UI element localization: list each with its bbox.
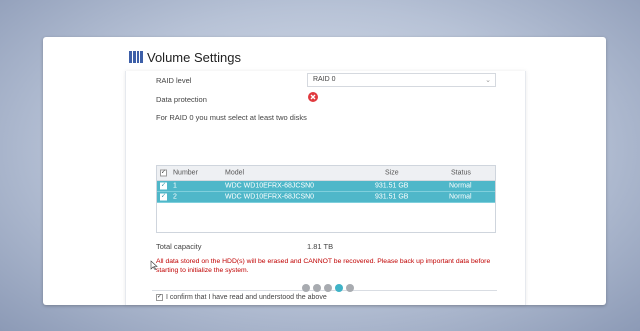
disk-size: 931.51 GB — [375, 182, 409, 190]
raid-hint: For RAID 0 you must select at least two … — [156, 113, 307, 122]
title-row: Volume Settings — [129, 49, 241, 65]
page-title: Volume Settings — [147, 49, 241, 65]
table-row[interactable]: ✓ 2 WDC WD10EFRX-68JCSN0 931.51 GB Norma… — [157, 192, 495, 203]
header-size: Size — [385, 169, 399, 177]
disk-model: WDC WD10EFRX-68JCSN0 — [225, 182, 315, 190]
select-all-checkbox[interactable]: ✓ — [160, 169, 167, 177]
header-number: Number — [173, 169, 198, 177]
confirm-checkbox[interactable]: ✓ — [156, 294, 163, 301]
disk-status: Normal — [449, 193, 472, 201]
disk-size: 931.51 GB — [375, 193, 409, 201]
erase-warning: All data stored on the HDD(s) will be er… — [156, 258, 491, 274]
page-dot[interactable] — [324, 284, 332, 292]
header-model: Model — [225, 169, 245, 177]
page-dot[interactable] — [302, 284, 310, 292]
wizard-card: Volume Settings RAID level RAID 0 ⌄ Data… — [43, 37, 606, 305]
disk-status: Normal — [449, 182, 472, 190]
page-dot[interactable] — [313, 284, 321, 292]
disk-number: 2 — [173, 193, 177, 201]
disk-number: 1 — [173, 182, 177, 190]
row-checkbox[interactable]: ✓ — [160, 193, 167, 201]
data-protection-label: Data protection — [156, 95, 207, 104]
total-capacity-value: 1.81 TB — [307, 242, 334, 251]
confirm-row[interactable]: ✓ I confirm that I have read and underst… — [156, 294, 327, 301]
disk-model: WDC WD10EFRX-68JCSN0 — [225, 193, 315, 201]
page-indicator — [302, 284, 354, 292]
disk-table: ✓ Number Model Size Status ✓ 1 WDC WD10E… — [156, 165, 496, 233]
raid-level-label: RAID level — [156, 76, 192, 85]
header-status: Status — [451, 169, 471, 177]
confirm-label: I confirm that I have read and understoo… — [166, 294, 327, 301]
row-checkbox[interactable]: ✓ — [160, 182, 167, 190]
error-x-icon — [308, 92, 318, 102]
raid-level-select[interactable]: RAID 0 ⌄ — [307, 73, 496, 87]
table-header: ✓ Number Model Size Status — [157, 166, 495, 181]
volume-settings-panel: RAID level RAID 0 ⌄ Data protection For … — [125, 71, 526, 305]
page-dot[interactable] — [335, 284, 343, 292]
page-dot[interactable] — [346, 284, 354, 292]
table-row[interactable]: ✓ 1 WDC WD10EFRX-68JCSN0 931.51 GB Norma… — [157, 181, 495, 192]
raid-level-value: RAID 0 — [313, 76, 336, 83]
total-capacity-label: Total capacity — [156, 242, 202, 251]
chevron-down-icon: ⌄ — [485, 77, 491, 84]
disks-icon — [129, 51, 143, 63]
